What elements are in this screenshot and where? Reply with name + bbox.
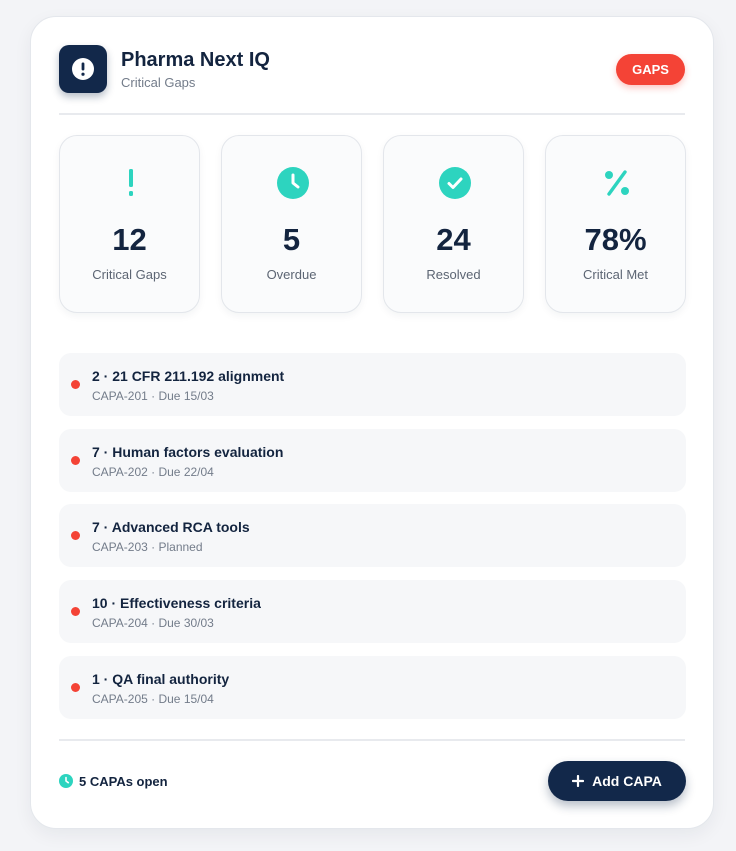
status-dot	[71, 607, 80, 616]
item-subtitle: CAPA-201 · Due 15/03	[92, 389, 214, 403]
clock-icon	[59, 774, 73, 788]
stat-card-critical-met: 78% Critical Met	[545, 135, 686, 313]
card-header: Pharma Next IQ Critical Gaps GAPS	[59, 45, 685, 95]
header-divider	[59, 113, 685, 115]
list-item[interactable]: 10 · Effectiveness criteria CAPA-204 · D…	[59, 580, 686, 643]
item-subtitle: CAPA-205 · Due 15/04	[92, 692, 214, 706]
list-item[interactable]: 7 · Advanced RCA tools CAPA-203 · Planne…	[59, 504, 686, 567]
add-capa-label: Add CAPA	[592, 773, 662, 789]
open-capas-status: 5 CAPAs open	[59, 773, 168, 789]
stat-label: Critical Gaps	[92, 267, 167, 282]
status-dot	[71, 380, 80, 389]
item-title: 10 · Effectiveness criteria	[92, 595, 261, 611]
alert-circle-icon	[59, 45, 107, 93]
critical-gaps-card: Pharma Next IQ Critical Gaps GAPS 12 Cri…	[30, 16, 714, 829]
stats-grid: 12 Critical Gaps 5 Overdue 24 Resolved 7…	[59, 135, 686, 313]
list-item[interactable]: 1 · QA final authority CAPA-205 · Due 15…	[59, 656, 686, 719]
item-title: 2 · 21 CFR 211.192 alignment	[92, 368, 285, 384]
status-dot	[71, 683, 80, 692]
stat-value: 5	[282, 222, 301, 257]
stat-label: Critical Met	[582, 267, 648, 282]
stat-value: 78%	[584, 222, 647, 257]
plus-icon	[572, 775, 585, 787]
item-title: 7 · Human factors evaluation	[92, 444, 284, 460]
stat-value: 24	[436, 222, 471, 257]
open-capas-text: 5 CAPAs open	[79, 773, 168, 789]
stat-label: Resolved	[426, 267, 481, 282]
item-title: 7 · Advanced RCA tools	[92, 519, 250, 535]
add-capa-button[interactable]: Add CAPA	[548, 761, 686, 801]
status-dot	[71, 456, 80, 465]
gaps-badge: GAPS	[616, 54, 685, 85]
footer-divider	[59, 739, 685, 741]
stat-card-critical-gaps: 12 Critical Gaps	[59, 135, 200, 313]
exclamation-icon	[114, 166, 147, 199]
item-subtitle: CAPA-203 · Planned	[92, 540, 203, 554]
item-subtitle: CAPA-202 · Due 22/04	[92, 465, 214, 479]
app-subtitle: Critical Gaps	[121, 75, 196, 90]
item-title: 1 · QA final authority	[92, 671, 230, 687]
stat-label: Overdue	[266, 267, 317, 282]
stat-value: 12	[112, 222, 147, 257]
item-subtitle: CAPA-204 · Due 30/03	[92, 616, 214, 630]
app-title: Pharma Next IQ	[121, 49, 270, 71]
stat-card-resolved: 24 Resolved	[383, 135, 524, 313]
status-dot	[71, 531, 80, 540]
list-item[interactable]: 7 · Human factors evaluation CAPA-202 · …	[59, 429, 686, 492]
percent-icon	[600, 166, 633, 199]
stat-card-overdue: 5 Overdue	[221, 135, 362, 313]
check-circle-icon	[438, 166, 471, 199]
list-item[interactable]: 2 · 21 CFR 211.192 alignment CAPA-201 · …	[59, 353, 686, 416]
clock-icon	[276, 166, 309, 199]
